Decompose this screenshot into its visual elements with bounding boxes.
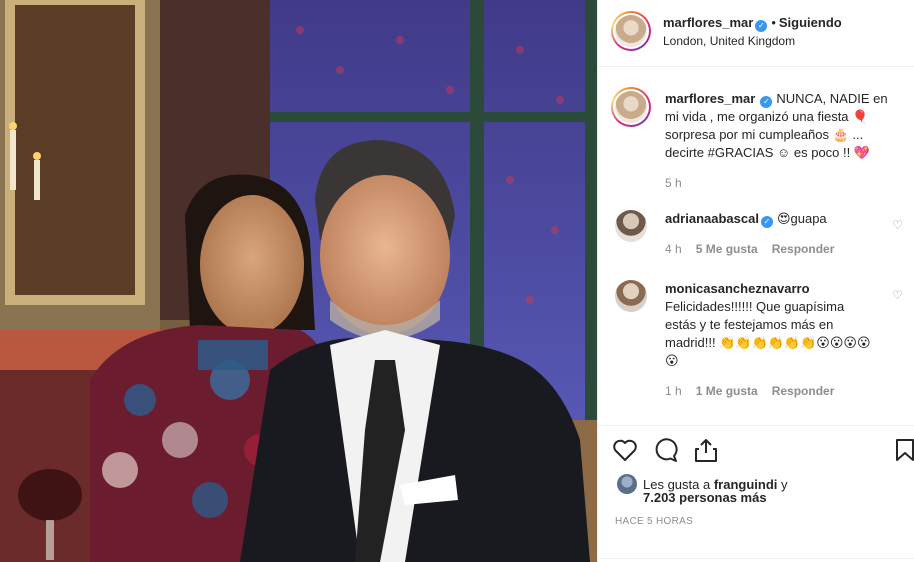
following-button[interactable]: Siguiendo	[779, 15, 842, 30]
comment-text: 😍guapa	[776, 211, 827, 226]
comment-item: adrianaabascal ✓ 😍guapa	[665, 210, 875, 228]
caption-username-link[interactable]: marflores_mar	[665, 91, 755, 106]
comment-like-icon[interactable]: ♡	[892, 218, 903, 232]
comment-likes-count[interactable]: 1 Me gusta	[696, 384, 758, 398]
location-link[interactable]: London, United Kingdom	[663, 34, 795, 48]
reply-button[interactable]: Responder	[772, 384, 835, 398]
comment-text: Felicidades!!!!!! Que guapísima estás y …	[665, 299, 871, 368]
post-photo[interactable]	[0, 0, 597, 562]
post-actions: Les gusta a franguindi y 7.203 personas …	[598, 425, 914, 562]
follow-separator: •	[771, 15, 776, 30]
comment-box-divider	[598, 558, 914, 559]
comment-avatar[interactable]	[615, 280, 647, 312]
caption-meta: 5 h	[665, 176, 696, 190]
author-avatar[interactable]	[611, 11, 651, 51]
caption-avatar[interactable]	[611, 87, 651, 127]
post-timestamp[interactable]: HACE 5 HORAS	[615, 516, 693, 527]
comment-time[interactable]: 1 h	[665, 384, 682, 398]
likes-connector: y	[781, 477, 788, 492]
caption-time[interactable]: 5 h	[665, 176, 682, 190]
caption: marflores_mar ✓ NUNCA, NADIE en mi vida , …	[665, 90, 898, 162]
comment-time[interactable]: 4 h	[665, 242, 682, 256]
verified-badge-icon: ✓	[760, 96, 773, 108]
post-photo-image	[0, 0, 597, 562]
post-header: marflores_mar ✓ • Siguiendo London, United …	[598, 0, 914, 67]
comment-icon[interactable]	[653, 437, 679, 463]
verified-badge-icon: ✓	[760, 216, 773, 228]
comment-likes-count[interactable]: 5 Me gusta	[696, 242, 758, 256]
verified-badge-icon: ✓	[755, 20, 768, 32]
comment-meta: 1 h 1 Me gusta Responder	[665, 384, 834, 398]
post-side-panel: marflores_mar ✓ • Siguiendo London, United …	[597, 0, 914, 562]
like-icon[interactable]	[612, 438, 638, 462]
comments-list[interactable]: marflores_mar ✓ NUNCA, NADIE en mi vida , …	[598, 68, 914, 425]
comment-item: monicasancheznavarro Felicidades!!!!!! Q…	[665, 280, 875, 370]
comment-meta: 4 h 5 Me gusta Responder	[665, 242, 834, 256]
comment-username-link[interactable]: monicasancheznavarro	[665, 281, 810, 296]
reply-button[interactable]: Responder	[772, 242, 835, 256]
share-icon[interactable]	[694, 437, 718, 463]
comment-avatar[interactable]	[615, 210, 647, 242]
header-title: marflores_mar ✓ • Siguiendo	[663, 15, 842, 32]
comment-like-icon[interactable]: ♡	[892, 288, 903, 302]
comment-username-link[interactable]: adrianaabascal	[665, 211, 759, 226]
liker-avatar[interactable]	[617, 474, 637, 494]
likes-count-link[interactable]: 7.203 personas más	[643, 490, 767, 505]
save-icon[interactable]	[895, 438, 914, 462]
author-username-link[interactable]: marflores_mar	[663, 15, 753, 30]
